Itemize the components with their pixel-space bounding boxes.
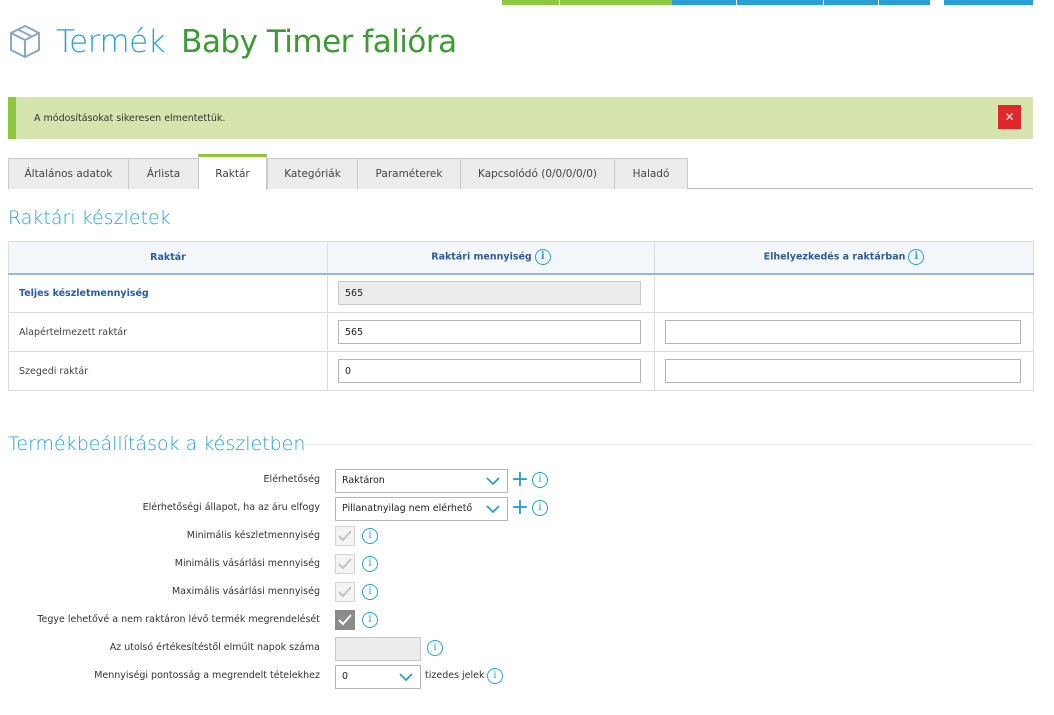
table-row: Alapértelmezett raktár [8,312,1034,352]
total-quantity-field [338,281,641,306]
availability-row: Elérhetőség Raktáron + i [0,469,1054,493]
topbar-strip-blue-right [944,0,1033,5]
column-header-warehouse: Raktár [8,241,328,275]
tab-label: Kapcsolódó (0/0/0/0/0) [478,168,597,180]
checkmark-icon [338,558,352,570]
checkmark-icon [338,586,352,598]
out-of-stock-status-select[interactable]: Pillanatnyilag nem elérhető [335,497,508,521]
tab-bar: Általános adatok Árlista Raktár Kategóri… [8,154,1033,190]
settings-section-title: Termékbeállítások a készletben [8,433,306,455]
availability-value: Raktáron [342,475,385,486]
info-icon[interactable]: i [427,640,443,656]
tab-label: Haladó [632,168,670,180]
out-of-stock-status-label: Elérhetőségi állapot, ha az áru elfogy [142,502,320,513]
min-stock-label: Minimális készletmennyiség [186,530,320,541]
szeged-warehouse-location-input[interactable] [665,359,1021,383]
stock-table: Raktár Raktári mennyiség i Elhelyezkedés … [8,241,1034,391]
tab-related[interactable]: Kapcsolódó (0/0/0/0/0) [460,158,615,189]
row-location-empty [654,273,1034,313]
alert-message: A módosításokat sikeresen elmentettük. [34,112,226,124]
section-divider [303,444,1033,445]
decimal-places-suffix: tizedes jelek [425,670,485,681]
table-row: Teljes készletmennyiség [8,273,1034,313]
allow-backorder-row: Tegye lehetővé a nem raktáron lévő termé… [0,609,1054,633]
tab-advanced[interactable]: Haladó [614,158,688,189]
topbar-separator [823,0,824,5]
column-header-location: Elhelyezkedés a raktárban i [654,241,1034,275]
topbar-separator [736,0,737,5]
checkmark-icon [338,530,352,542]
info-icon[interactable]: i [362,556,378,572]
topbar-separator [559,0,560,5]
tab-label: Kategóriák [284,168,341,180]
info-icon[interactable]: i [534,249,551,266]
info-icon[interactable]: i [362,584,378,600]
product-name: Baby Timer falióra [181,24,457,60]
min-purchase-row: Minimális vásárlási mennyiség i [0,553,1054,577]
stock-section-title: Raktári készletek [8,207,171,229]
default-warehouse-location-input[interactable] [665,320,1021,344]
default-warehouse-quantity-input[interactable] [338,320,641,344]
topbar-separator [878,0,879,5]
availability-select[interactable]: Raktáron [335,469,508,493]
min-purchase-checkbox[interactable] [335,554,355,574]
product-box-icon [10,24,40,59]
szeged-warehouse-quantity-input[interactable] [338,359,641,383]
checkmark-icon [338,614,352,626]
tab-parameters[interactable]: Paraméterek [357,158,461,189]
info-icon[interactable]: i [532,472,548,488]
table-header-row: Raktár Raktári mennyiség i Elhelyezkedés … [8,241,1034,275]
row-name: Teljes készletmennyiség [8,273,328,313]
info-icon[interactable]: i [487,668,503,684]
page-header: Termék Baby Timer falióra [8,18,457,66]
quantity-precision-row: Mennyiségi pontosság a megrendelt tétele… [0,665,1054,689]
max-purchase-label: Maximális vásárlási mennyiség [171,586,320,597]
close-alert-button[interactable]: ✕ [998,105,1021,129]
out-of-stock-status-value: Pillanatnyilag nem elérhető [342,503,473,514]
days-since-sale-input [335,637,421,661]
chevron-down-icon [486,505,500,514]
min-stock-checkbox[interactable] [335,526,355,546]
quantity-precision-label: Mennyiségi pontosság a megrendelt tétele… [94,670,320,681]
tab-label: Paraméterek [375,168,443,180]
max-purchase-row: Maximális vásárlási mennyiség i [0,581,1054,605]
success-alert: A módosításokat sikeresen elmentettük. ✕ [8,97,1033,139]
topbar-strip-green [502,0,672,5]
min-stock-row: Minimális készletmennyiség i [0,525,1054,549]
min-purchase-label: Minimális vásárlási mennyiség [174,558,320,569]
add-availability-button[interactable]: + [510,469,530,492]
info-icon[interactable]: i [908,249,925,266]
table-row: Szegedi raktár [8,351,1034,391]
tab-label: Raktár [215,167,250,180]
tab-warehouse[interactable]: Raktár [198,154,267,190]
days-since-sale-label: Az utolsó értékesítéstől elmúlt napok sz… [109,642,320,653]
quantity-precision-value: 0 [342,671,349,682]
row-name: Szegedi raktár [8,351,328,391]
row-name: Alapértelmezett raktár [8,312,328,352]
allow-backorder-label: Tegye lehetővé a nem raktáron lévő termé… [37,614,320,625]
tab-label: Árlista [146,168,181,180]
tab-label: Általános adatok [24,168,113,180]
allow-backorder-checkbox[interactable] [335,610,355,630]
close-icon: ✕ [1004,110,1015,124]
days-since-sale-row: Az utolsó értékesítéstől elmúlt napok sz… [0,637,1054,661]
out-of-stock-status-row: Elérhetőségi állapot, ha az áru elfogy P… [0,497,1054,521]
info-icon[interactable]: i [362,528,378,544]
quantity-precision-select[interactable]: 0 [335,665,421,689]
chevron-down-icon [486,477,500,486]
topbar-strip-blue [672,0,930,5]
availability-label: Elérhetőség [263,474,320,485]
add-status-button[interactable]: + [510,497,530,520]
tab-pricelist[interactable]: Árlista [128,158,199,189]
info-icon[interactable]: i [532,500,548,516]
tab-categories[interactable]: Kategóriák [267,158,358,189]
tab-general[interactable]: Általános adatok [8,158,129,189]
page-title-prefix: Termék [56,24,166,60]
column-header-quantity: Raktári mennyiség i [327,241,655,275]
chevron-down-icon [399,673,413,682]
info-icon[interactable]: i [362,612,378,628]
max-purchase-checkbox[interactable] [335,582,355,602]
